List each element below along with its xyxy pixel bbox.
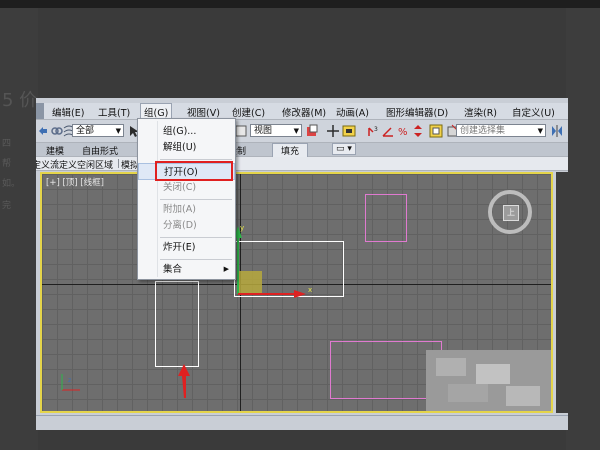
ghost-text-5: 完	[2, 201, 12, 211]
menu-animation[interactable]: 动画(A)	[336, 105, 369, 119]
ribbon-options-dropdown[interactable]: ▭ ▾	[332, 143, 356, 155]
ribbon-tab-bar: 建模 自由形式 绘制 填充 ▭ ▾	[36, 143, 568, 158]
background-right	[566, 8, 600, 450]
application-button[interactable]	[36, 103, 44, 119]
svg-text:x: x	[308, 286, 312, 294]
top-band	[0, 0, 600, 8]
selection-filter-dropdown[interactable]: 全部 ▼	[72, 124, 124, 137]
menu-separator	[160, 259, 232, 260]
define-idle-areas-button[interactable]: 定义空闲区域	[59, 158, 113, 171]
menu-item-assembly-label: 集合	[163, 264, 183, 275]
menu-separator	[160, 237, 232, 238]
menu-separator	[160, 199, 232, 200]
menu-edit[interactable]: 编辑(E)	[52, 105, 84, 119]
menu-item-detach[interactable]: 分离(D)	[138, 217, 235, 234]
reference-coordinate-value: 视图	[254, 126, 273, 136]
svg-text:y: y	[240, 224, 244, 232]
chevron-right-icon: ▶	[223, 265, 229, 273]
selection-filter-value: 全部	[76, 126, 95, 136]
menu-separator	[160, 159, 232, 160]
background-left: 5 价 四 帮 如。 完	[0, 8, 38, 450]
svg-text:%: %	[398, 127, 408, 138]
chevron-down-icon: ▼	[293, 127, 299, 135]
menu-create[interactable]: 创建(C)	[232, 105, 265, 119]
menu-item-explode[interactable]: 炸开(E)	[138, 239, 235, 256]
tab-freeform[interactable]: 自由形式	[82, 144, 118, 157]
menu-customize[interactable]: 自定义(U)	[512, 105, 555, 119]
separator	[56, 159, 57, 168]
window-crossing-icon[interactable]	[234, 124, 248, 138]
named-selection-set-placeholder: 创建选择集	[460, 126, 506, 136]
svg-text:z: z	[68, 377, 71, 384]
tab-modeling[interactable]: 建模	[46, 144, 64, 157]
keyboard-shortcut-icon[interactable]	[342, 124, 356, 138]
box-object-tall[interactable]	[155, 281, 199, 367]
snap-toggle-icon[interactable]: 3	[366, 124, 380, 138]
menu-item-attach[interactable]: 附加(A)	[138, 201, 235, 218]
highlight-annotation-box	[155, 161, 233, 181]
ghost-text-1: 5 价	[2, 90, 38, 111]
menu-item-close[interactable]: 关闭(C)	[138, 179, 235, 196]
angle-snap-icon[interactable]	[381, 124, 395, 138]
move-gizmo[interactable]: y x	[232, 212, 322, 302]
menu-item-ungroup[interactable]: 解组(U)	[138, 139, 235, 156]
view-cube-top-face[interactable]: 上	[503, 205, 519, 221]
mirror-icon[interactable]	[550, 124, 564, 138]
chevron-down-icon: ▼	[537, 127, 543, 135]
top-viewport[interactable]: [+] [顶] [线框] y x 上 z	[40, 172, 553, 413]
ghost-text-4: 如。	[2, 179, 21, 189]
menu-item-group[interactable]: 组(G)...	[138, 123, 235, 140]
status-area	[36, 415, 568, 430]
max-window: 编辑(E) 工具(T) 组(G) 视图(V) 创建(C) 修改器(M) 动画(A…	[36, 98, 568, 430]
menu-views[interactable]: 视图(V)	[187, 105, 220, 119]
edit-named-selection-icon[interactable]	[429, 124, 443, 138]
percent-snap-icon[interactable]: %	[396, 124, 410, 138]
named-selection-set-dropdown[interactable]: 创建选择集 ▼	[456, 124, 546, 137]
undo-icon[interactable]	[36, 124, 50, 138]
menu-item-assembly[interactable]: 集合 ▶	[138, 261, 235, 278]
svg-text:3: 3	[374, 126, 378, 133]
menu-tools[interactable]: 工具(T)	[98, 105, 130, 119]
box-object-pink-small[interactable]	[365, 194, 407, 242]
menu-modifiers[interactable]: 修改器(M)	[282, 105, 326, 119]
command-panel-edge	[556, 172, 568, 413]
view-cube[interactable]: 上	[488, 190, 532, 234]
populate-panel: 定义流 定义空闲区域 模拟	[36, 157, 568, 171]
chevron-down-icon: ▼	[115, 127, 121, 135]
world-axis-tripod-icon: z	[61, 374, 80, 391]
pivot-center-icon[interactable]	[305, 124, 319, 138]
menu-rendering[interactable]: 渲染(R)	[464, 105, 497, 119]
ghost-text-3: 帮	[2, 159, 12, 169]
mosaic-blur	[426, 350, 551, 411]
spinner-snap-icon[interactable]	[411, 124, 425, 138]
tab-populate[interactable]: 填充	[272, 143, 309, 158]
menu-graph-editors[interactable]: 图形编辑器(D)	[386, 105, 448, 119]
ghost-text-2: 四	[2, 139, 12, 149]
menu-bar: 编辑(E) 工具(T) 组(G) 视图(V) 创建(C) 修改器(M) 动画(A…	[36, 103, 568, 121]
reference-coordinate-dropdown[interactable]: 视图 ▼	[250, 124, 302, 137]
red-arrow-annotation-icon	[178, 364, 190, 398]
select-manipulate-icon[interactable]	[326, 124, 340, 138]
group-menu-dropdown: 组(G)... 解组(U) 打开(O) 关闭(C) 附加(A) 分离(D) 炸开…	[137, 118, 236, 280]
viewport-label[interactable]: [+] [顶] [线框]	[46, 176, 104, 188]
main-toolbar: 全部 ▼ 视图 ▼ 3 % 创建选择集 ▼	[36, 120, 568, 143]
separator	[118, 159, 119, 168]
